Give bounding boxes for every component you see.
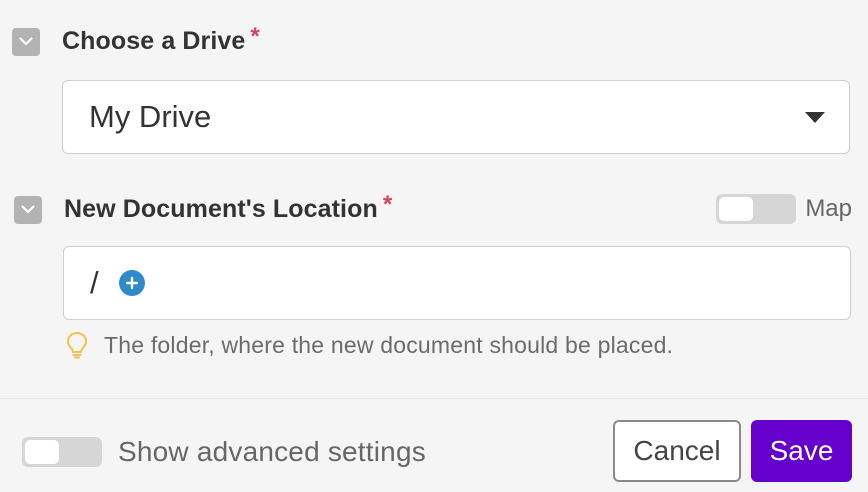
- map-toggle[interactable]: [716, 194, 797, 224]
- caret-down-icon: [805, 112, 825, 123]
- drive-select-value: My Drive: [89, 99, 212, 134]
- location-field-label: New Document's Location: [64, 195, 378, 223]
- toggle-knob: [25, 440, 59, 464]
- required-marker: *: [382, 190, 393, 218]
- chevron-down-icon: [21, 205, 35, 214]
- advanced-settings-toggle[interactable]: [22, 437, 102, 467]
- location-field-header: New Document's Location *: [14, 191, 392, 224]
- chevron-down-icon: [19, 37, 33, 46]
- footer-divider: [0, 398, 868, 399]
- location-input[interactable]: /: [63, 246, 851, 320]
- location-path: /: [90, 265, 99, 300]
- required-marker: *: [250, 22, 260, 50]
- drive-field-header: Choose a Drive *: [12, 23, 260, 56]
- drive-field-label: Choose a Drive: [62, 27, 246, 55]
- map-toggle-label: Map: [805, 195, 852, 222]
- advanced-settings-group: Show advanced settings: [22, 436, 426, 468]
- lightbulb-icon: [66, 331, 88, 359]
- plus-circle-icon: [125, 276, 138, 290]
- add-folder-button[interactable]: [118, 270, 145, 296]
- location-collapse-button[interactable]: [14, 195, 42, 224]
- save-button[interactable]: Save: [751, 420, 852, 482]
- drive-collapse-button[interactable]: [12, 27, 40, 56]
- toggle-knob: [719, 197, 754, 221]
- hint-text: The folder, where the new document shoul…: [104, 331, 674, 358]
- cancel-button[interactable]: Cancel: [613, 420, 741, 482]
- map-toggle-group: Map: [716, 194, 852, 224]
- location-hint: The folder, where the new document shoul…: [66, 331, 673, 359]
- advanced-settings-label: Show advanced settings: [118, 436, 426, 467]
- drive-select[interactable]: My Drive: [62, 80, 850, 154]
